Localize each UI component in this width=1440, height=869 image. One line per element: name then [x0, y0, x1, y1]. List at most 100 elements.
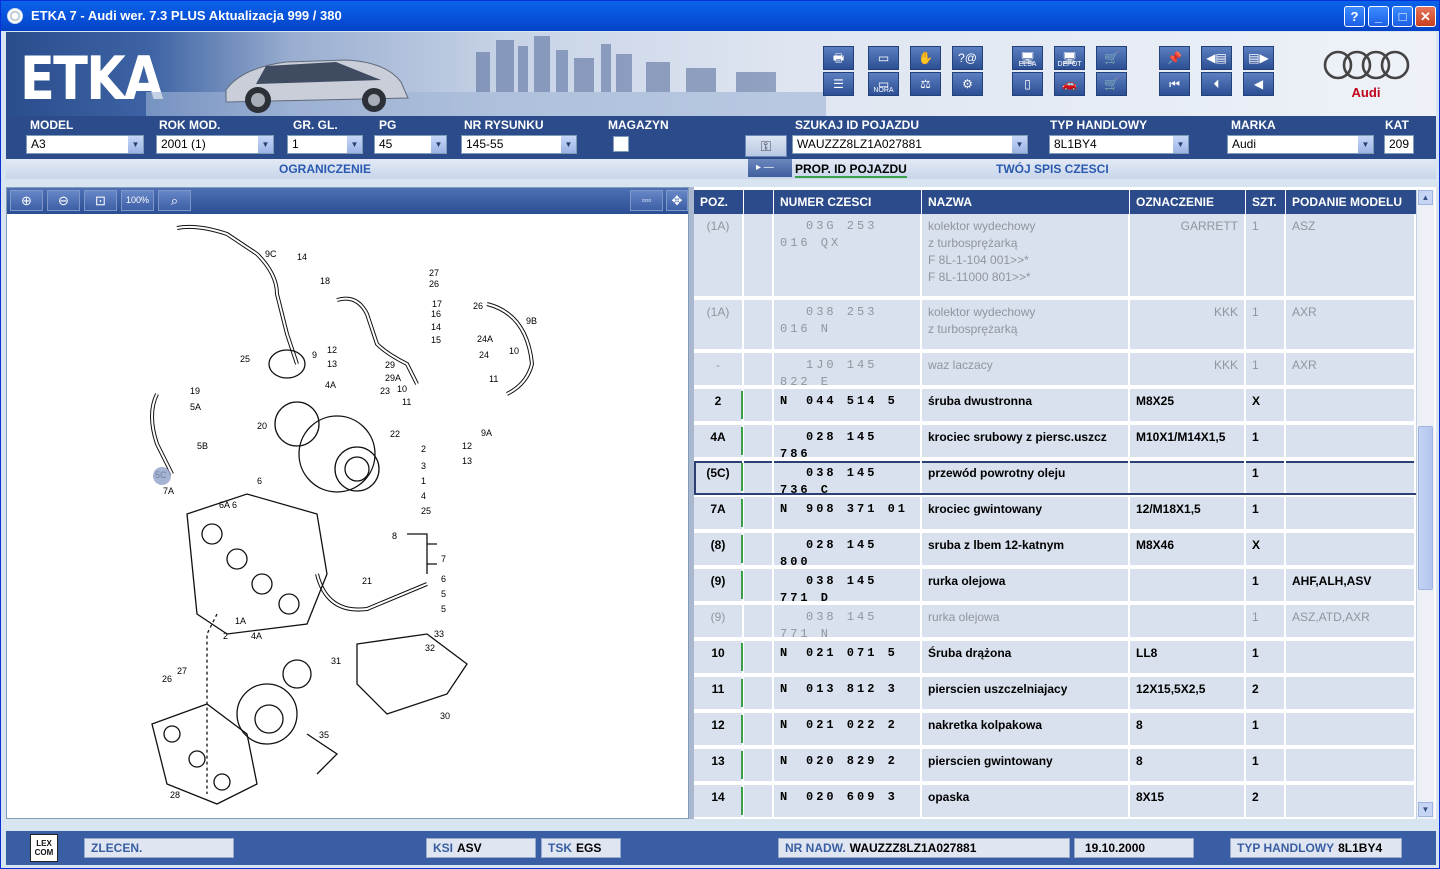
callout-label[interactable]: 26: [429, 279, 439, 289]
callout-label[interactable]: 7: [441, 554, 446, 564]
callout-label[interactable]: 21: [362, 576, 372, 586]
vertical-scrollbar[interactable]: ▲ ▼: [1416, 190, 1434, 819]
callout-label[interactable]: 17: [432, 299, 442, 309]
chevron-down-icon[interactable]: ▼: [127, 136, 143, 153]
callout-label[interactable]: 30: [440, 711, 450, 721]
callout-label[interactable]: 31: [331, 656, 341, 666]
thumbnails-icon[interactable]: ▫▫▫: [630, 190, 663, 211]
ograniczenie-link[interactable]: OGRANICZENIE: [279, 162, 371, 176]
zlecen-field[interactable]: ZLECEN.: [84, 838, 234, 858]
table-row[interactable]: 7A N 908 371 01 krociec gwintowany 12/M18X1,…: [694, 497, 1416, 531]
col-podanie-modelu[interactable]: PODANIE MODELU: [1286, 190, 1416, 214]
callout-label[interactable]: 24: [479, 350, 489, 360]
col-oznaczenie[interactable]: OZNACZENIE: [1130, 190, 1246, 214]
callout-label[interactable]: 1A: [235, 616, 246, 626]
table-row[interactable]: 4A 028 145 786 krociec srubowy z piersc.us…: [694, 425, 1416, 461]
callout-label[interactable]: 25: [421, 506, 431, 516]
callout-label[interactable]: 27: [177, 666, 187, 676]
callout-label[interactable]: 9: [312, 350, 317, 360]
list-icon[interactable]: ☰: [823, 72, 854, 96]
callout-label[interactable]: 12: [327, 345, 337, 355]
title-bar[interactable]: ETKA 7 - Audi wer. 7.3 PLUS Aktualizacja…: [1, 1, 1439, 31]
callout-label[interactable]: 6: [441, 574, 446, 584]
callout-label[interactable]: 9A: [481, 428, 492, 438]
col-nazwa[interactable]: NAZWA: [922, 190, 1130, 214]
callout-label[interactable]: 16: [431, 309, 441, 319]
callout-label[interactable]: 26: [162, 674, 172, 684]
callout-label[interactable]: 7A: [163, 486, 174, 496]
callout-label[interactable]: 9B: [526, 316, 537, 326]
callout-label[interactable]: 18: [320, 276, 330, 286]
chevron-down-icon[interactable]: ▼: [430, 136, 446, 153]
chevron-down-icon[interactable]: ▼: [560, 136, 576, 153]
chevron-down-icon[interactable]: ▼: [1011, 136, 1027, 153]
table-row[interactable]: 11 N 013 812 3 pierscien uszczelniajacy 12X1…: [694, 677, 1416, 711]
callout-label[interactable]: 6A: [219, 500, 230, 510]
callout-label[interactable]: 15: [431, 335, 441, 345]
callout-label[interactable]: 6: [257, 476, 262, 486]
table-row[interactable]: (1A) 03G 253 016 QX kolektor wydechowy z t…: [694, 214, 1416, 298]
callout-label[interactable]: 33: [434, 629, 444, 639]
kat-field[interactable]: 209: [1384, 135, 1414, 154]
pg-select[interactable]: 45 ▼: [374, 135, 447, 154]
chevron-down-icon[interactable]: ▼: [346, 136, 362, 153]
twoj-spis-czesci-tab[interactable]: TWÓJ SPIS CZESCI: [996, 162, 1109, 176]
depot-icon[interactable]: 🖥 DEPOT: [1054, 46, 1085, 70]
nora-icon[interactable]: ▭ NORA: [868, 72, 899, 96]
wheel-icon[interactable]: ⚙: [952, 72, 983, 96]
handshake-icon[interactable]: ✋: [910, 46, 941, 70]
chevron-down-icon[interactable]: ▼: [257, 136, 273, 153]
minimize-button[interactable]: _: [1368, 6, 1389, 27]
move-icon[interactable]: ✥: [666, 190, 688, 211]
table-row[interactable]: 10 N 021 071 5 Śruba drążona LL8 1: [694, 641, 1416, 675]
help-button[interactable]: ?: [1344, 6, 1365, 27]
elsa-icon[interactable]: 🖥 ELSA: [1012, 46, 1043, 70]
callout-label[interactable]: 24A: [477, 334, 493, 344]
printer-icon[interactable]: 🖶: [823, 46, 854, 70]
prev-page-icon[interactable]: ◀▤: [1201, 46, 1232, 70]
first-icon[interactable]: ⏮: [1159, 72, 1190, 96]
callout-label[interactable]: 3: [421, 461, 426, 471]
nr-rysunku-select[interactable]: 145-55 ▼: [461, 135, 577, 154]
prev-icon[interactable]: ◀: [1243, 72, 1274, 96]
typ-handlowy-select[interactable]: 8L1BY4 ▼: [1049, 135, 1189, 154]
callout-label[interactable]: 9C: [265, 249, 277, 259]
scroll-thumb[interactable]: [1418, 426, 1433, 590]
callout-label[interactable]: 25: [240, 354, 250, 364]
arrow-right-icon[interactable]: ▸ —: [748, 159, 792, 177]
callout-label[interactable]: 19: [190, 386, 200, 396]
cars-icon[interactable]: 🚗: [1054, 72, 1085, 96]
callout-label[interactable]: 23: [380, 386, 390, 396]
table-row[interactable]: 14 N 020 609 3 opaska 8X15 2: [694, 785, 1416, 819]
callout-label[interactable]: 5: [441, 589, 446, 599]
callout-label[interactable]: 32: [425, 643, 435, 653]
table-row[interactable]: 13 N 020 829 2 pierscien gwintowany 8 1: [694, 749, 1416, 783]
chevron-down-icon[interactable]: ▼: [1357, 136, 1373, 153]
table-row[interactable]: (8) 028 145 800 sruba z lbem 12-katnym M8X4…: [694, 533, 1416, 569]
callout-label[interactable]: 4: [421, 491, 426, 501]
callout-label[interactable]: 11: [489, 374, 498, 384]
callout-label[interactable]: 10: [397, 384, 407, 394]
table-row[interactable]: 12 N 021 022 2 nakretka kolpakowa 8 1: [694, 713, 1416, 747]
maximize-button[interactable]: □: [1392, 6, 1413, 27]
pin-icon[interactable]: 📌: [1159, 46, 1190, 70]
app-icon[interactable]: [7, 8, 23, 24]
marka-select[interactable]: Audi ▼: [1227, 135, 1374, 154]
callout-label[interactable]: 5B: [197, 441, 208, 451]
key-icon[interactable]: ⚿: [745, 135, 787, 157]
col-szt[interactable]: SZT.: [1246, 190, 1286, 214]
table-row[interactable]: (9) 038 145 771 D rurka olejowa 1 AHF,ALH,AS…: [694, 569, 1416, 605]
callout-label[interactable]: 6: [232, 500, 237, 510]
callout-label[interactable]: 4A: [251, 631, 262, 641]
highlight-5c[interactable]: [153, 467, 171, 485]
callout-label[interactable]: 22: [390, 429, 400, 439]
parts-diagram[interactable]: 9C 1418272617161415269B24A25 9 1213 2929A4A2…: [7, 214, 688, 818]
zoom-100-icon[interactable]: 100%: [121, 190, 154, 211]
callout-label[interactable]: 28: [170, 790, 180, 800]
callout-label[interactable]: 14: [431, 322, 441, 332]
callout-label[interactable]: 13: [327, 359, 337, 369]
col-poz[interactable]: POZ.: [694, 190, 744, 214]
table-row[interactable]: - 1J0 145 822 E waz laczacy KKK 1 AXR: [694, 353, 1416, 389]
model-select[interactable]: A3 ▼: [26, 135, 144, 154]
zoom-out-icon[interactable]: ⊖: [47, 190, 80, 211]
